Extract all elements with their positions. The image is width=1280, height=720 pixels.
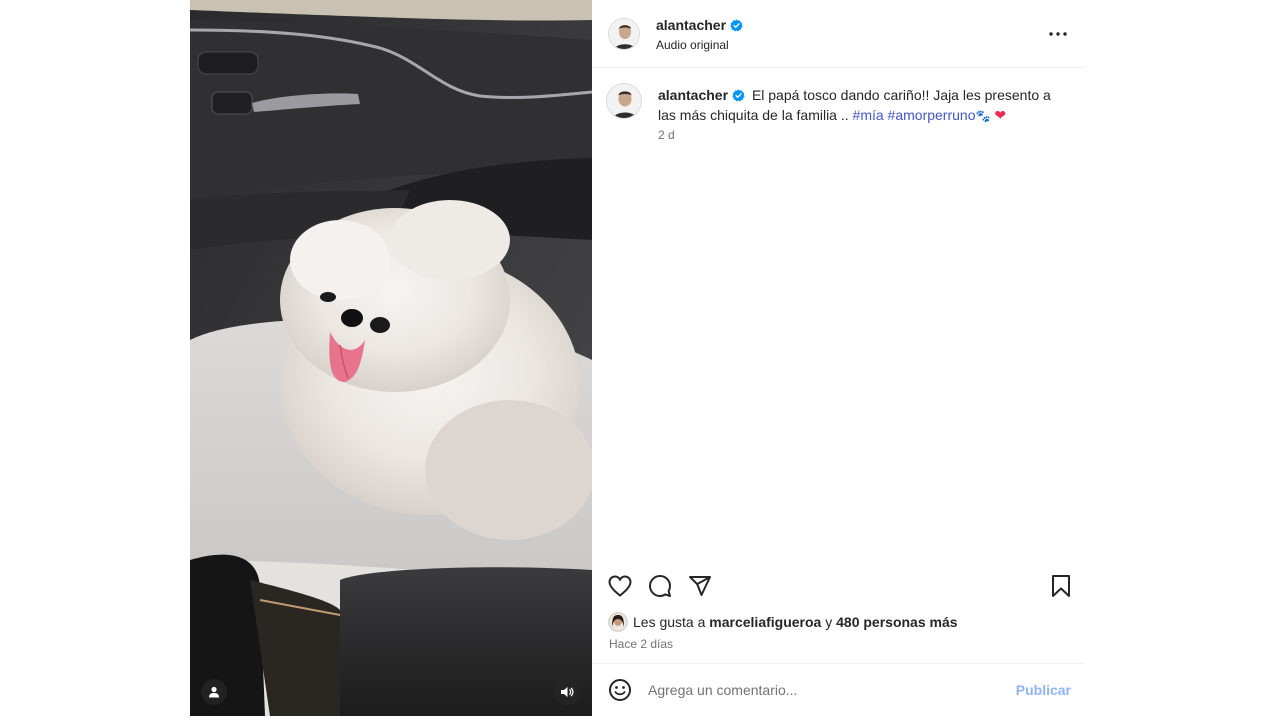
dog-photo — [190, 0, 592, 716]
heart-icon — [608, 575, 632, 597]
comment-composer: Publicar — [592, 663, 1085, 716]
avatar-image — [607, 84, 641, 118]
caption-timestamp[interactable]: 2 d — [658, 128, 675, 142]
comment-input[interactable] — [648, 678, 998, 702]
liker-avatar[interactable] — [608, 612, 628, 632]
likes-summary: Les gusta a marceliafigueroa y 480 perso… — [608, 612, 958, 632]
caption-text: alantacher El papá tosco dando cariño!! … — [658, 86, 1062, 125]
emoji-picker-button[interactable] — [608, 678, 632, 702]
avatar-image — [609, 613, 627, 631]
action-bar — [592, 566, 1085, 606]
emoji-icon — [609, 679, 631, 701]
publish-button[interactable]: Publicar — [1016, 682, 1071, 698]
bookmark-icon — [1052, 575, 1070, 597]
post-header: alantacher Audio original — [592, 0, 1085, 68]
like-button[interactable] — [606, 572, 634, 600]
share-icon — [689, 576, 711, 596]
more-options-icon — [1049, 32, 1067, 36]
hashtag-link[interactable]: #amorperruno — [888, 107, 976, 123]
caption-username-text[interactable]: alantacher — [658, 87, 728, 103]
likes-prefix: Les gusta a — [633, 614, 706, 630]
post-date[interactable]: Hace 2 días — [609, 637, 673, 651]
caption-username[interactable]: alantacher — [658, 87, 745, 103]
liker-username[interactable]: marceliafigueroa — [709, 614, 821, 630]
avatar-image — [609, 19, 639, 49]
audio-label[interactable]: Audio original — [656, 38, 729, 52]
paw-emoji: 🐾 — [975, 109, 991, 123]
share-button[interactable] — [686, 572, 714, 600]
save-button[interactable] — [1047, 572, 1075, 600]
username-text[interactable]: alantacher — [656, 17, 726, 33]
volume-button[interactable] — [554, 679, 580, 705]
volume-icon — [561, 687, 574, 697]
author-avatar[interactable] — [608, 18, 640, 50]
tag-user-button[interactable] — [201, 679, 227, 705]
verified-badge-icon — [732, 88, 745, 106]
hashtag-link[interactable]: #mía — [853, 107, 884, 123]
user-tag-icon — [209, 686, 219, 698]
likes-others[interactable]: 480 personas más — [836, 614, 957, 630]
likes-joiner: y — [825, 614, 833, 630]
post-media[interactable] — [190, 0, 592, 716]
comment-button[interactable] — [646, 572, 674, 600]
post-details-panel: alantacher Audio original alantacher El … — [592, 0, 1085, 716]
more-options-button[interactable] — [1045, 22, 1071, 46]
verified-badge-icon — [730, 19, 743, 35]
comment-icon — [649, 575, 671, 597]
caption-avatar[interactable] — [606, 83, 642, 119]
author-username[interactable]: alantacher — [656, 17, 743, 35]
heart-emoji: ❤ — [994, 107, 1007, 123]
